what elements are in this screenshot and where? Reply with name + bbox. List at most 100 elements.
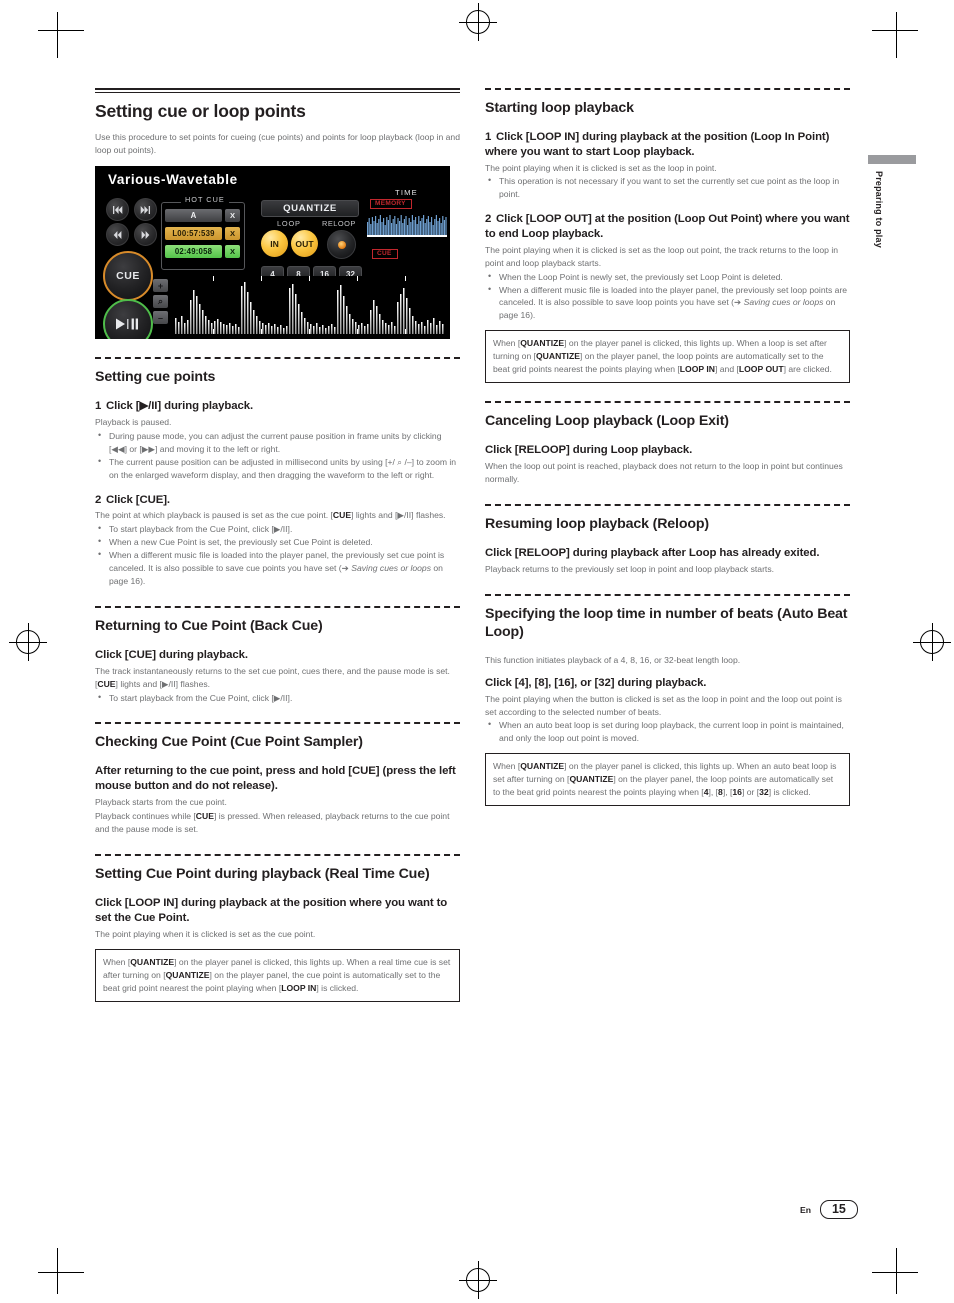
hot-cue-value-c[interactable]: 02:49:058 bbox=[165, 245, 222, 259]
track-title: Various-Wavetable bbox=[108, 172, 238, 188]
beat-grid-tick bbox=[261, 276, 262, 282]
crop-mark-tl-h bbox=[38, 30, 84, 31]
crop-mark-tr-v bbox=[896, 12, 897, 58]
list-item: To start playback from the Cue Point, cl… bbox=[95, 691, 460, 705]
loop-in-button[interactable]: IN bbox=[261, 230, 288, 258]
loop-exit-lead: Click [RELOOP] during Loop playback. bbox=[485, 444, 693, 457]
hot-cue-delete-c[interactable]: X bbox=[225, 245, 240, 259]
auto-beat-loop-intro: This function initiates playback of a 4,… bbox=[485, 654, 741, 665]
skip-next-icon[interactable] bbox=[134, 198, 157, 222]
heading-starting-loop-playback: Starting loop playback bbox=[485, 100, 634, 116]
play-pause-button[interactable] bbox=[103, 299, 153, 340]
crop-mark-br-v bbox=[896, 1248, 897, 1294]
section-divider bbox=[485, 593, 850, 596]
section-divider bbox=[95, 357, 460, 360]
back-cue-bullets: To start playback from the Cue Point, cl… bbox=[95, 691, 460, 705]
page-footer: En 15 bbox=[800, 1200, 858, 1220]
auto-beat-loop-body: The point playing when the button is cli… bbox=[485, 693, 842, 717]
list-item: To start playback from the Cue Point, cl… bbox=[95, 522, 460, 536]
overview-waveform[interactable] bbox=[367, 213, 447, 238]
loop-quantize-note: When [QUANTIZE] on the player panel is c… bbox=[485, 330, 850, 384]
list-item: When a different music file is loaded in… bbox=[485, 283, 850, 323]
list-item: When a different music file is loaded in… bbox=[95, 548, 460, 588]
side-tab-label: Preparing to play bbox=[874, 171, 884, 248]
loop-step-2-text: Click [LOOP OUT] at the position (Loop O… bbox=[485, 213, 850, 241]
skip-previous-icon[interactable] bbox=[106, 198, 129, 222]
search-rewind-icon[interactable] bbox=[106, 223, 129, 247]
step-1-text: Click [▶/II] during playback. bbox=[106, 400, 254, 413]
registration-mark-top bbox=[459, 3, 497, 41]
list-item: When a new Cue Point is set, the previou… bbox=[95, 535, 460, 549]
loop-step-1-bullets: This operation is not necessary if you w… bbox=[485, 174, 850, 201]
footer-language: En bbox=[800, 1204, 811, 1215]
page-number: 15 bbox=[819, 1200, 858, 1220]
hot-cue-row-a[interactable]: A X bbox=[165, 209, 240, 223]
step-2-number: 2 bbox=[95, 493, 102, 506]
hot-cue-row-b[interactable]: L00:57:539 X bbox=[165, 227, 240, 241]
hot-cue-delete-a[interactable]: X bbox=[225, 209, 240, 223]
heading-returning-to-cue-point: Returning to Cue Point (Back Cue) bbox=[95, 617, 323, 634]
crop-mark-bl-h bbox=[38, 1272, 84, 1273]
side-tab: Preparing to play bbox=[866, 155, 918, 248]
reloop-button[interactable] bbox=[327, 230, 356, 260]
hot-cue-value-b[interactable]: L00:57:539 bbox=[165, 227, 222, 241]
memory-tag: MEMORY bbox=[370, 199, 412, 210]
overview-waveform-baseline bbox=[367, 235, 447, 238]
beat-grid-tick bbox=[261, 329, 262, 335]
zoom-out-icon[interactable]: – bbox=[153, 311, 168, 325]
loop-label: LOOP bbox=[277, 219, 301, 229]
time-label: TIME bbox=[395, 188, 418, 198]
section-divider bbox=[485, 88, 850, 90]
reloop-body: Playback returns to the previously set l… bbox=[485, 564, 775, 575]
quantize-button[interactable]: QUANTIZE bbox=[261, 200, 359, 218]
list-item: This operation is not necessary if you w… bbox=[485, 174, 850, 201]
zoom-in-icon[interactable]: + bbox=[153, 279, 168, 293]
hot-cue-value-a[interactable]: A bbox=[165, 209, 222, 223]
cue-button[interactable]: CUE bbox=[103, 251, 153, 302]
auto-beat-loop-note: When [QUANTIZE] on the player panel is c… bbox=[485, 753, 850, 807]
cue-sampler-body: Playback starts from the cue point. bbox=[95, 797, 227, 808]
cue-tag: CUE bbox=[372, 249, 398, 260]
crop-mark-bl-v bbox=[57, 1248, 58, 1294]
beat-grid-tick bbox=[405, 276, 406, 282]
beat-grid-tick bbox=[213, 329, 214, 335]
beat-grid-tick bbox=[213, 276, 214, 282]
heading-resuming-loop-playback: Resuming loop playback (Reloop) bbox=[485, 516, 709, 533]
waveform-zoom-controls: + ⌕ – bbox=[153, 279, 168, 327]
crop-mark-br-h bbox=[872, 1272, 918, 1273]
reloop-indicator-icon bbox=[337, 240, 346, 249]
registration-mark-right bbox=[913, 623, 951, 661]
hot-cue-row-c[interactable]: 02:49:058 X bbox=[165, 245, 240, 259]
crop-mark-tr-h bbox=[872, 30, 918, 31]
loop-step-1-number: 1 bbox=[485, 130, 492, 143]
loop-step-1-text: Click [LOOP IN] during playback at the p… bbox=[485, 130, 830, 158]
heading-checking-cue-point: Checking Cue Point (Cue Point Sampler) bbox=[95, 734, 363, 751]
search-forward-icon[interactable] bbox=[134, 223, 157, 247]
step-2-text: Click [CUE]. bbox=[106, 493, 170, 506]
heading-auto-beat-loop: Specifying the loop time in number of be… bbox=[485, 605, 848, 640]
heading-setting-cue-points: Setting cue points bbox=[95, 369, 216, 386]
step-2-title: 2 Click [CUE]. bbox=[95, 493, 460, 508]
right-column: Starting loop playback 1 Click [LOOP IN] … bbox=[485, 88, 850, 807]
beat-grid-tick bbox=[357, 329, 358, 335]
loop-step-2-number: 2 bbox=[485, 213, 492, 226]
auto-beat-loop-bullets: When an auto beat loop is set during loo… bbox=[485, 718, 850, 745]
step-1-title: 1 Click [▶/II] during playback. bbox=[95, 399, 460, 414]
loop-step-1-body: The point playing when it is clicked is … bbox=[485, 162, 717, 173]
enlarged-waveform[interactable] bbox=[173, 276, 445, 335]
loop-out-button[interactable]: OUT bbox=[291, 230, 318, 258]
hot-cue-label: HOT CUE bbox=[181, 195, 229, 205]
step-1-bullets: During pause mode, you can adjust the cu… bbox=[95, 429, 460, 482]
back-cue-lead: Click [CUE] during playback. bbox=[95, 648, 248, 661]
heading-real-time-cue: Setting Cue Point during playback (Real … bbox=[95, 866, 430, 883]
hot-cue-delete-b[interactable]: X bbox=[225, 227, 240, 241]
loop-exit-body: When the loop out point is reached, play… bbox=[485, 461, 843, 485]
list-item: When an auto beat loop is set during loo… bbox=[485, 718, 850, 745]
cue-sampler-lead: After returning to the cue point, press … bbox=[95, 765, 456, 793]
side-tab-bar bbox=[868, 155, 916, 164]
player-panel-screenshot: Various-Wavetable CUE HOT CUE A X L00:57… bbox=[95, 166, 450, 340]
beat-grid-tick bbox=[405, 329, 406, 335]
list-item: During pause mode, you can adjust the cu… bbox=[95, 429, 460, 456]
auto-beat-loop-lead: Click [4], [8], [16], or [32] during pla… bbox=[485, 676, 707, 689]
zoom-magnifier-icon[interactable]: ⌕ bbox=[153, 295, 168, 309]
